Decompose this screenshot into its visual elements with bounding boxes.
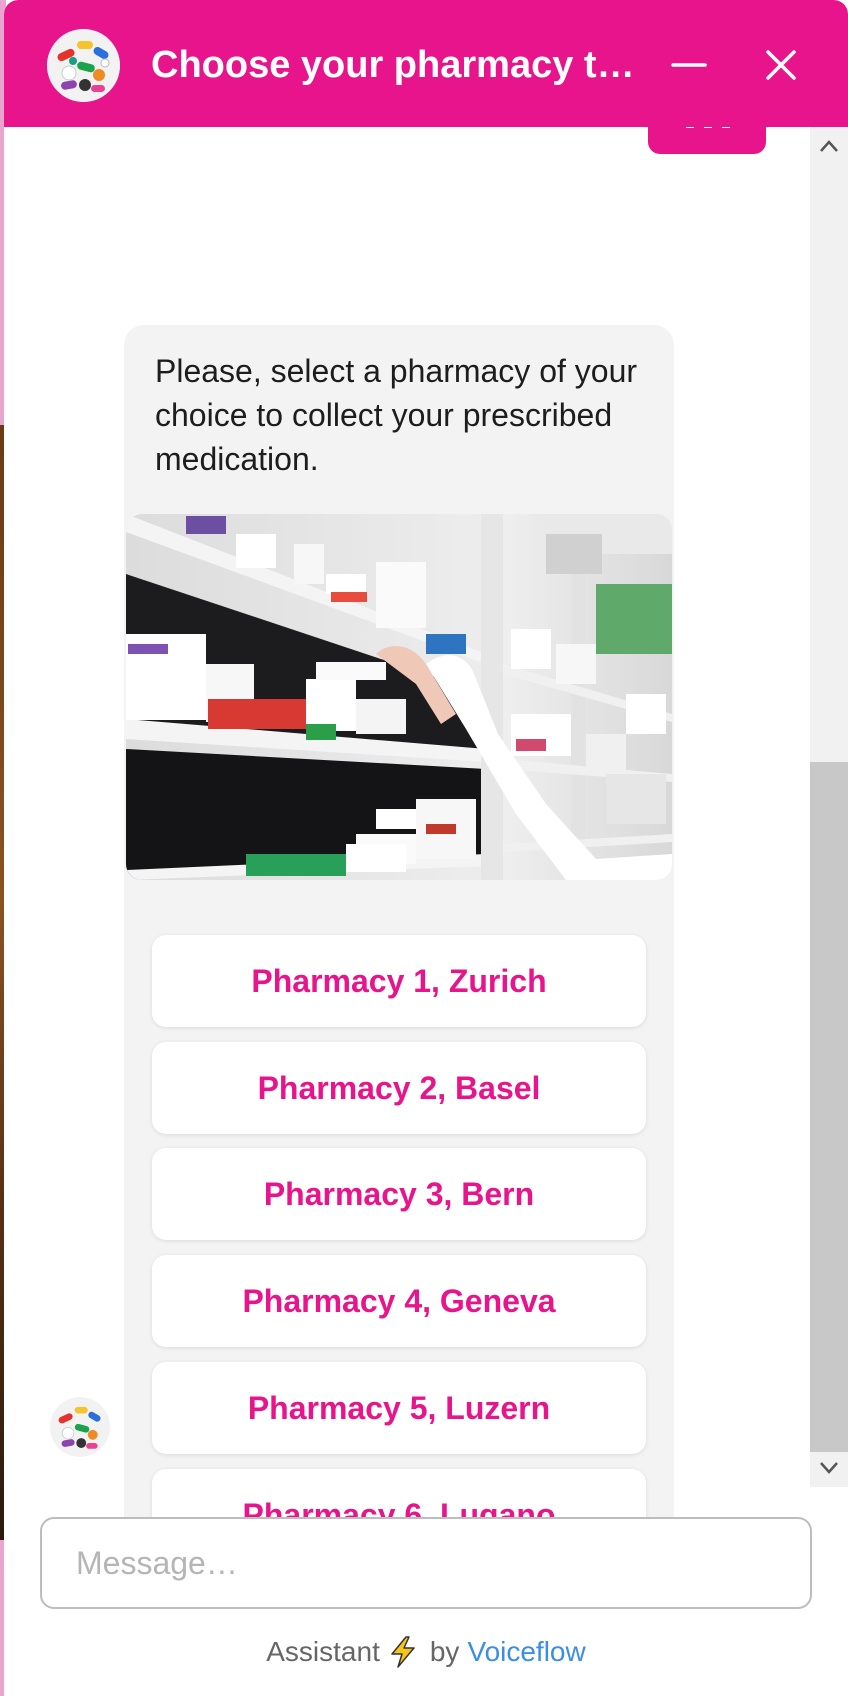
chat-title: Choose your pharmacy to collect your pre… <box>151 44 641 86</box>
message-list[interactable]: Please, select a pharmacy of your choice… <box>4 127 810 1588</box>
close-icon <box>766 50 796 80</box>
footer-attribution: Assistant by Voiceflow <box>4 1628 848 1676</box>
assistant-avatar <box>47 29 120 102</box>
lightning-icon <box>388 1635 418 1669</box>
pharmacy-image <box>126 514 672 880</box>
bot-avatar <box>50 1397 110 1457</box>
message-input[interactable] <box>42 1519 810 1607</box>
choice-button-pharmacy-3[interactable]: Pharmacy 3, Bern <box>152 1148 646 1240</box>
scroll-down-button[interactable] <box>810 1447 848 1487</box>
footer-by-label: by <box>429 1636 460 1667</box>
chat-widget: Choose your pharmacy to collect your pre… <box>4 0 848 1696</box>
minus-icon <box>671 63 707 67</box>
scroll-up-button[interactable] <box>810 127 848 167</box>
chat-header: Choose your pharmacy to collect your pre… <box>4 0 848 127</box>
pills-avatar-icon <box>50 1397 110 1457</box>
choice-button-pharmacy-2[interactable]: Pharmacy 2, Basel <box>152 1042 646 1134</box>
bot-message-text: Please, select a pharmacy of your choice… <box>155 353 638 477</box>
footer-assistant-label: Assistant <box>266 1636 380 1667</box>
pharmacy-shelves-photo <box>126 514 672 880</box>
choice-button-pharmacy-5[interactable]: Pharmacy 5, Luzern <box>152 1362 646 1454</box>
choice-button-pharmacy-1[interactable]: Pharmacy 1, Zurich <box>152 935 646 1027</box>
vertical-scrollbar[interactable] <box>810 127 848 1487</box>
pills-avatar-icon <box>47 29 120 102</box>
choice-button-pharmacy-4[interactable]: Pharmacy 4, Geneva <box>152 1255 646 1347</box>
voiceflow-link[interactable]: Voiceflow <box>467 1636 585 1668</box>
bot-message-card: Please, select a pharmacy of your choice… <box>124 325 674 1588</box>
chevron-up-icon <box>820 140 838 152</box>
close-button[interactable] <box>756 40 806 90</box>
scrollbar-thumb[interactable] <box>810 762 848 1452</box>
message-input-wrapper <box>40 1517 812 1609</box>
minimize-button[interactable] <box>664 40 714 90</box>
chevron-down-icon <box>820 1462 838 1474</box>
